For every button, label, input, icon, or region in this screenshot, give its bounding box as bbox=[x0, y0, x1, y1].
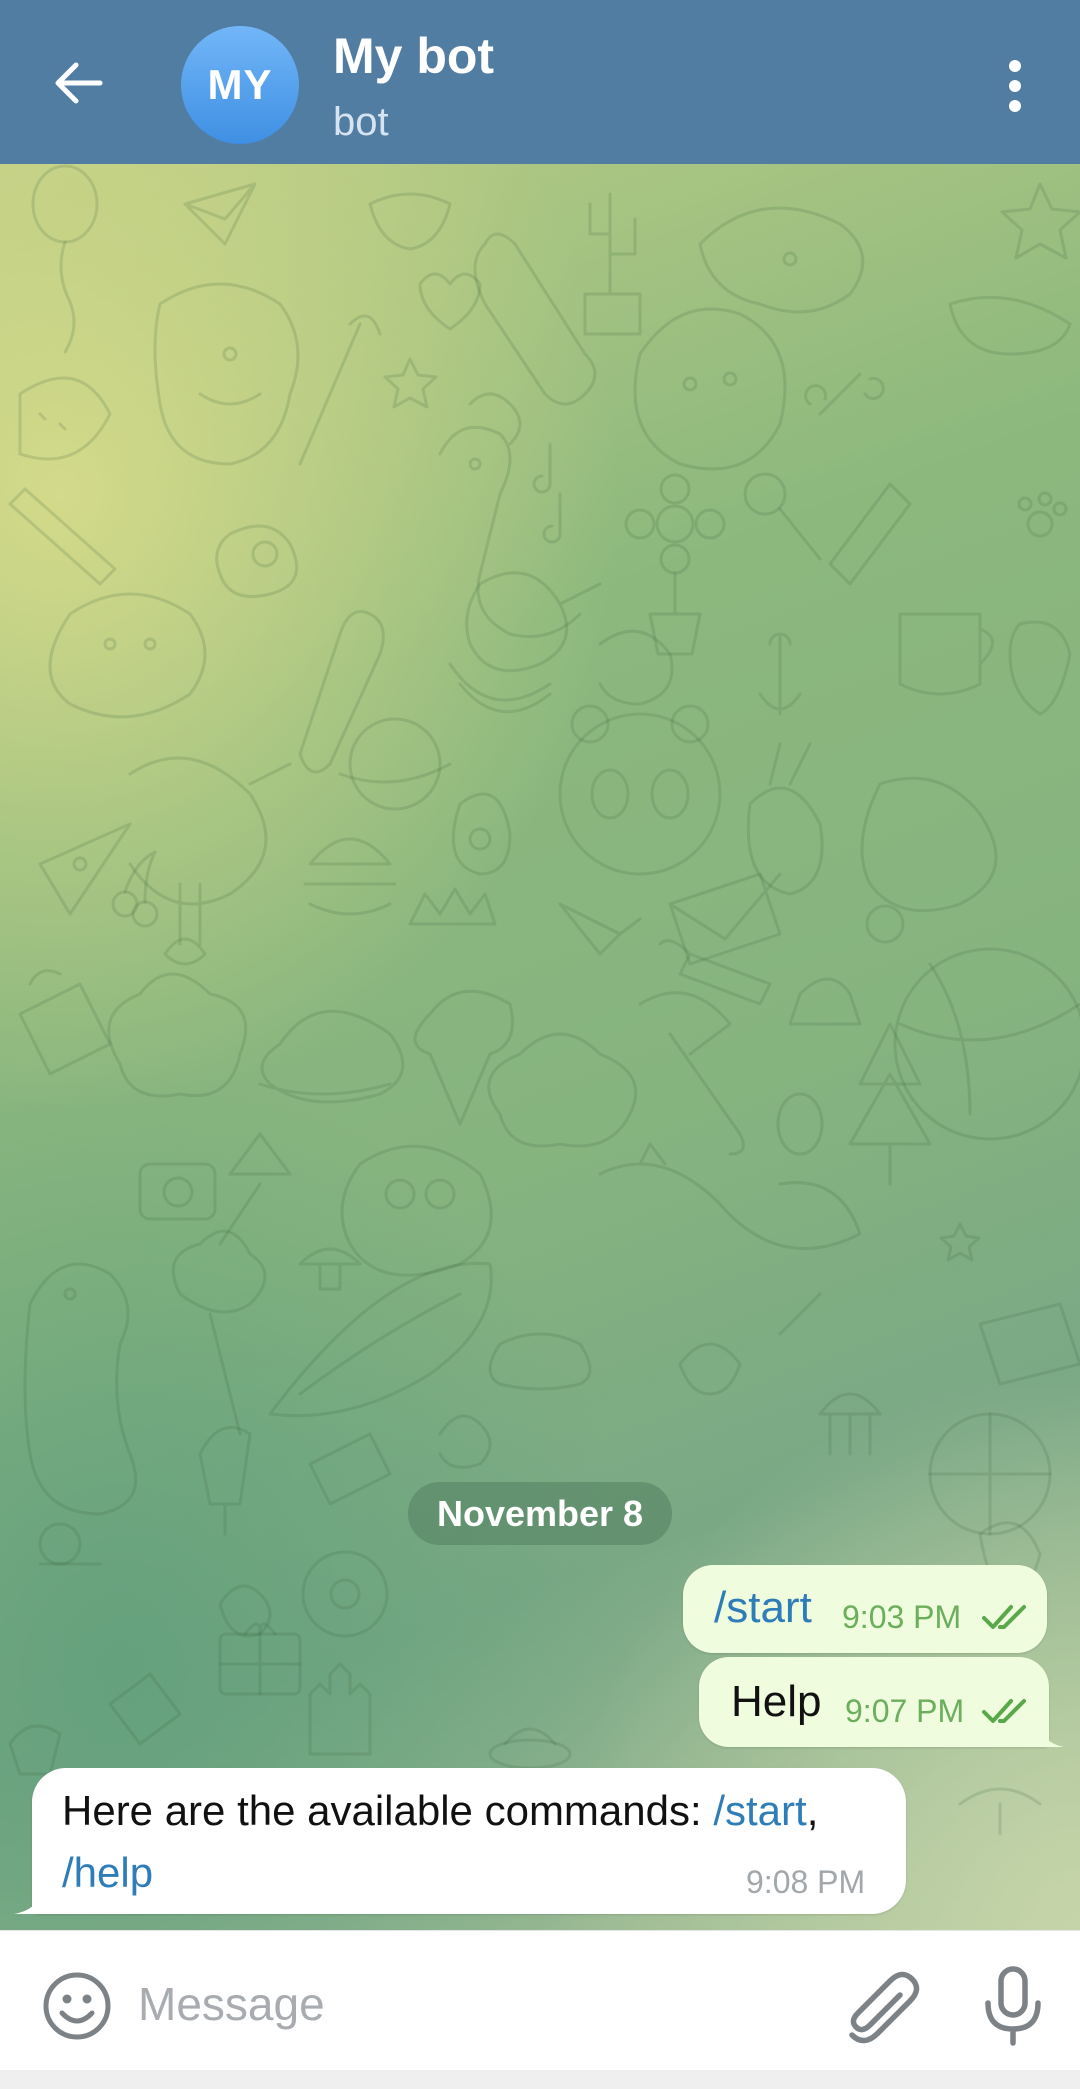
message-input[interactable] bbox=[138, 1967, 798, 2041]
date-separator: November 8 bbox=[408, 1482, 672, 1545]
message-time: 9:08 PM bbox=[746, 1864, 866, 1900]
system-nav-bar bbox=[0, 2070, 1080, 2089]
avatar[interactable]: MY bbox=[181, 26, 299, 144]
double-check-icon bbox=[982, 1605, 1026, 1629]
double-check-icon bbox=[982, 1699, 1026, 1723]
smiley-icon[interactable] bbox=[40, 1969, 114, 2043]
bubble-tail bbox=[14, 1894, 40, 1914]
chat-title[interactable]: My bot bbox=[333, 26, 494, 86]
arrow-left-icon bbox=[55, 62, 103, 104]
bubble-tail bbox=[1040, 1727, 1064, 1747]
chat-screen: MY My bot bot November 8 /start 9:03 PM … bbox=[0, 0, 1080, 2089]
message-time: 9:03 PM bbox=[842, 1599, 962, 1635]
chat-header: MY My bot bot bbox=[0, 0, 1080, 164]
message-time: 9:07 PM bbox=[845, 1693, 965, 1729]
more-options-button[interactable] bbox=[985, 48, 1045, 124]
message-text[interactable]: Help bbox=[731, 1676, 822, 1728]
back-button[interactable] bbox=[40, 45, 116, 121]
microphone-icon[interactable] bbox=[976, 1965, 1050, 2047]
message-composer bbox=[0, 1930, 1080, 2071]
message-text[interactable]: /start bbox=[714, 1582, 812, 1634]
more-vertical-icon bbox=[1009, 60, 1021, 112]
chat-subtitle: bot bbox=[333, 100, 389, 144]
command-link-start[interactable]: /start bbox=[713, 1787, 806, 1834]
paperclip-icon[interactable] bbox=[840, 1965, 920, 2045]
command-link-help[interactable]: /help bbox=[62, 1849, 153, 1896]
message-text: Here are the available commands: bbox=[62, 1787, 714, 1834]
message-separator: , bbox=[806, 1787, 819, 1834]
